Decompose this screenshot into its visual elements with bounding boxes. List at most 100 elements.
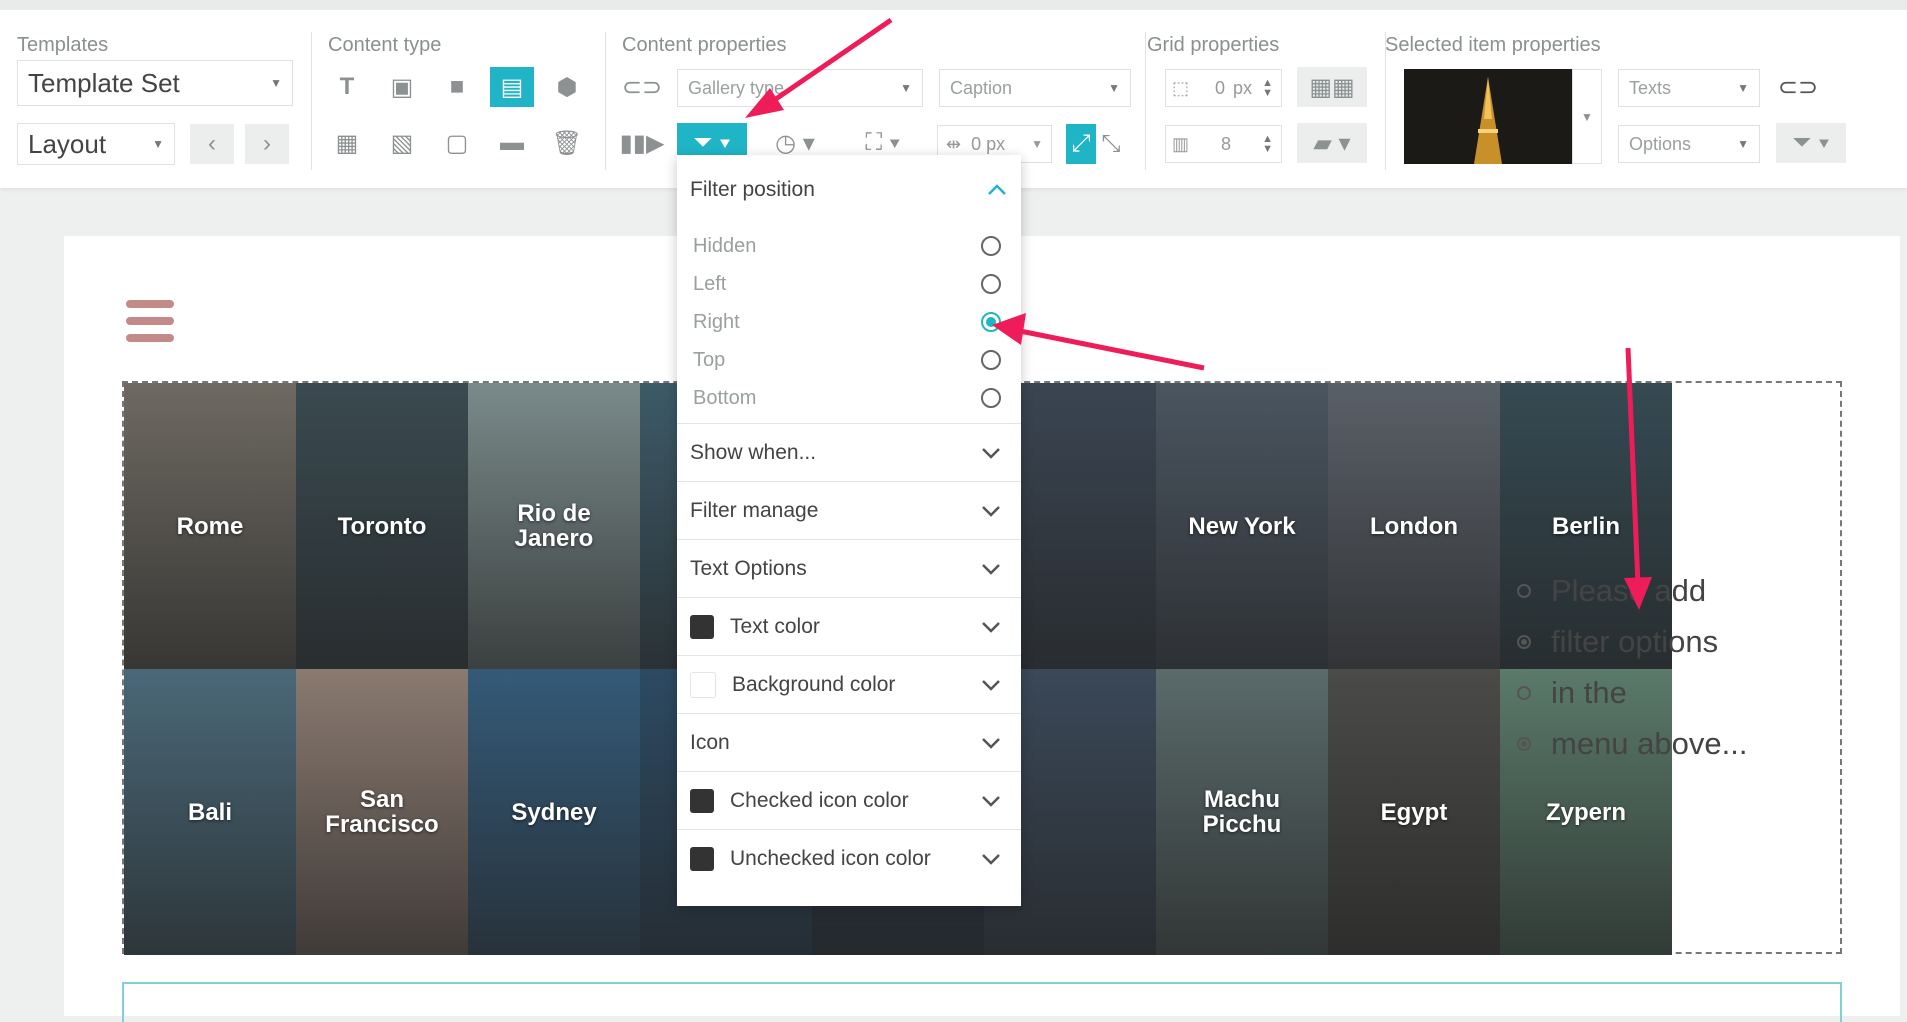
section-label: Icon: [690, 730, 730, 754]
item-link-button[interactable]: ⊂⊃: [1776, 67, 1820, 107]
video-type-button[interactable]: ■: [435, 67, 479, 107]
gallery-tile-label: Zypern: [1545, 798, 1626, 826]
text-type-button[interactable]: T: [325, 67, 369, 107]
dropdown-section[interactable]: Text color: [677, 597, 1021, 655]
layout-select[interactable]: Layout ▼: [17, 123, 175, 165]
filter-position-options: Hidden Left Right Top Bottom: [677, 225, 1021, 423]
delete-button[interactable]: 🗑: [545, 123, 589, 163]
gallery-tile-label: Sydney: [511, 798, 597, 826]
dropdown-section[interactable]: Text Options: [677, 539, 1021, 597]
stepper-icon[interactable]: ▲ ▼: [1262, 134, 1273, 155]
texts-select[interactable]: Texts ▼: [1618, 69, 1760, 107]
gallery-tile-label: Berlin: [1551, 512, 1620, 540]
link-button[interactable]: ⊂⊃: [620, 67, 664, 107]
radio-unchecked-icon[interactable]: [981, 274, 1001, 294]
expand-button[interactable]: ⤢: [1066, 124, 1096, 164]
filter-icon: ⏷ ▾: [693, 129, 731, 156]
gallery-tile[interactable]: Machu Picchu: [1156, 669, 1328, 955]
3d-type-button[interactable]: ⬢: [545, 67, 589, 107]
gallery-tile[interactable]: London: [1328, 383, 1500, 669]
grid-properties-label: Grid properties: [1147, 34, 1280, 56]
section-label: Unchecked icon color: [730, 846, 931, 870]
gallery-type-button[interactable]: ▤: [490, 67, 534, 107]
radio-checked-icon[interactable]: [981, 312, 1001, 332]
grid-layout-button[interactable]: ▦▦: [1297, 67, 1367, 107]
layout-value: Layout: [28, 128, 107, 159]
slideshow-button[interactable]: ▮▮▶: [620, 123, 665, 163]
dropdown-section[interactable]: Show when...: [677, 423, 1021, 481]
thumbnail-dropdown[interactable]: ▼: [1572, 69, 1602, 164]
selected-item-thumbnail[interactable]: [1404, 69, 1572, 164]
gallery-tile[interactable]: Bali: [124, 669, 296, 955]
item-style-button[interactable]: ▰ ▾: [1297, 123, 1367, 163]
color-swatch[interactable]: [690, 846, 714, 871]
templates-label: Templates: [17, 34, 109, 56]
option-label: Top: [693, 348, 726, 371]
radio-unchecked-icon[interactable]: [981, 350, 1001, 370]
dropdown-section[interactable]: Icon: [677, 713, 1021, 771]
stepper-icon[interactable]: ▲ ▼: [1262, 78, 1273, 99]
prev-layout-button[interactable]: ‹: [190, 124, 234, 164]
dropdown-section[interactable]: Unchecked icon color: [677, 829, 1021, 887]
image-icon: ▣: [390, 73, 414, 101]
filter-position-title: Filter position: [690, 178, 815, 201]
radio-checked-icon: [1517, 736, 1531, 751]
columns-field[interactable]: ▥ 8 ▲ ▼: [1165, 125, 1282, 163]
gallery-tile[interactable]: Egypt: [1328, 669, 1500, 955]
radio-unchecked-icon[interactable]: [981, 236, 1001, 256]
dropdown-section[interactable]: Checked icon color: [677, 771, 1021, 829]
chevron-down-icon: [981, 679, 1001, 691]
section-label: Text Options: [690, 556, 807, 580]
chevron-down-icon: ▼: [1581, 109, 1593, 124]
filter-hint-item: menu above...: [1517, 718, 1747, 769]
color-swatch[interactable]: [690, 788, 714, 813]
radio-unchecked-icon: [1517, 583, 1531, 598]
gallery-type-select[interactable]: Gallery type ▼: [677, 69, 923, 107]
cube-icon: ⬢: [556, 73, 578, 101]
dropdown-section[interactable]: Filter manage: [677, 481, 1021, 539]
filter-position-option-left[interactable]: Left: [677, 265, 1021, 303]
item-filter-button[interactable]: ⏷ ▾: [1776, 123, 1846, 163]
divider: [311, 32, 312, 170]
filter-hint-text: Please add: [1551, 572, 1707, 608]
gallery-tile[interactable]: Rome: [124, 383, 296, 669]
filter-position-option-right[interactable]: Right: [677, 303, 1021, 341]
radio-unchecked-icon[interactable]: [981, 388, 1001, 408]
template-set-select[interactable]: Template Set ▼: [17, 60, 293, 106]
gallery-tile-label: Rome: [176, 512, 244, 540]
hamburger-menu-icon[interactable]: [126, 300, 174, 351]
dropdown-section[interactable]: Background color: [677, 655, 1021, 713]
color-swatch[interactable]: [690, 614, 714, 639]
compress-icon: ⇹: [946, 133, 962, 154]
padding-icon: ⬚: [1172, 77, 1190, 98]
section-label: Text color: [730, 614, 820, 638]
chevron-down-icon: [981, 447, 1001, 459]
gallery-tile[interactable]: Rio de Janero: [468, 383, 640, 669]
shrink-button[interactable]: ⤡: [1096, 124, 1126, 164]
padding-field[interactable]: ⬚ 0 px ▲ ▼: [1165, 69, 1282, 107]
caption-select[interactable]: Caption ▼: [939, 69, 1131, 107]
gallery-tile[interactable]: Sydney: [468, 669, 640, 955]
filter-position-header[interactable]: Filter position: [677, 155, 1021, 225]
pdf-type-button[interactable]: ▦: [325, 123, 369, 163]
gallery-tile[interactable]: New York: [1156, 383, 1328, 669]
link-icon: ⊂⊃: [621, 73, 663, 101]
filter-position-option-top[interactable]: Top: [677, 341, 1021, 379]
next-layout-button[interactable]: ›: [245, 124, 289, 164]
gallery-tile[interactable]: Toronto: [296, 383, 468, 669]
section-label: Checked icon color: [730, 788, 909, 812]
form-type-button[interactable]: ▧: [380, 123, 424, 163]
window-icon: ▢: [445, 129, 469, 157]
option-label: Right: [693, 310, 740, 333]
chevron-down-icon: ▼: [1737, 137, 1749, 151]
window-type-button[interactable]: ▢: [435, 123, 479, 163]
color-swatch[interactable]: [690, 671, 716, 698]
options-select[interactable]: Options ▼: [1618, 125, 1760, 163]
image-type-button[interactable]: ▣: [380, 67, 424, 107]
gallery-tile[interactable]: San Francisco: [296, 669, 468, 955]
card-type-button[interactable]: ▬: [490, 123, 534, 163]
filter-hint-list: Please add filter options in the menu above…: [1517, 565, 1747, 769]
options-value: Options: [1629, 133, 1692, 154]
filter-position-option-hidden[interactable]: Hidden: [677, 227, 1021, 265]
filter-position-option-bottom[interactable]: Bottom: [677, 379, 1021, 417]
